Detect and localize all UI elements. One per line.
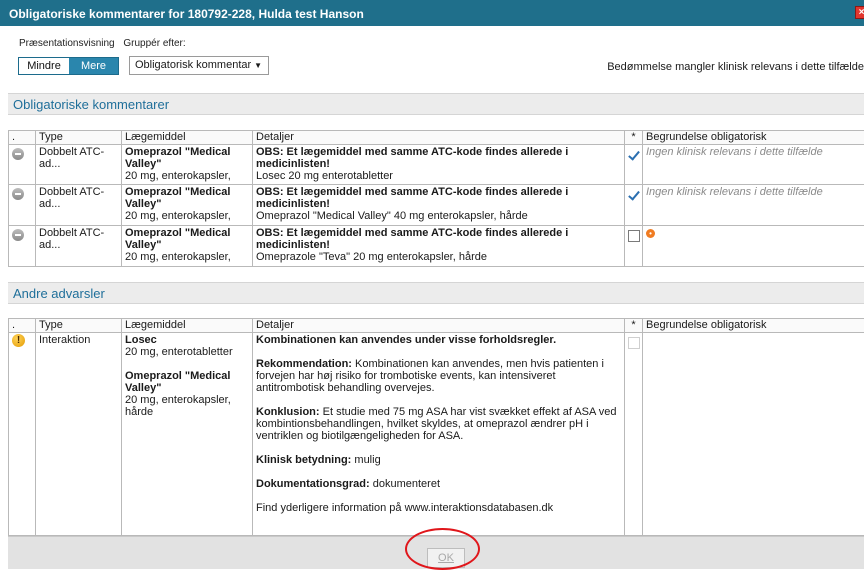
table-header-row: . Type Lægemiddel Detaljer * Begrundelse…	[9, 319, 864, 333]
warning-icon: !	[12, 334, 25, 347]
section-title-mandatory: Obligatoriske kommentarer	[13, 97, 169, 112]
detail-text: Omeprazol "Medical Valley" 40 mg enterok…	[256, 210, 621, 222]
documentation-text: dokumenteret	[370, 478, 440, 490]
clinical-label: Klinisk betydning:	[256, 454, 351, 466]
window-title: Obligatoriske kommentarer for 180792-228…	[9, 7, 364, 21]
interaction-headline: Kombinationen kan anvendes under visse f…	[256, 334, 621, 346]
detail-text: Omeprazole "Teva" 20 mg enterokapsler, h…	[256, 251, 621, 263]
row-drug: Omeprazol "Medical Valley" 20 mg, entero…	[122, 185, 253, 226]
required-icon: •	[646, 229, 655, 238]
assessment-note: Bedømmelse mangler klinisk relevans i de…	[607, 61, 864, 73]
row-type: Dobbelt ATC-ad...	[36, 145, 122, 185]
col-dot[interactable]: .	[9, 131, 36, 145]
more-button[interactable]: Mere	[69, 58, 118, 74]
drug-name: Omeprazol "Medical Valley"	[125, 227, 249, 251]
col-star[interactable]: *	[625, 319, 643, 333]
col-details[interactable]: Detaljer	[253, 131, 625, 145]
close-icon[interactable]: ×	[855, 6, 864, 19]
group-by-value: Obligatorisk kommentar	[135, 59, 251, 71]
table-header-row: . Type Lægemiddel Detaljer * Begrundelse…	[9, 131, 864, 145]
duplicate-atc-icon	[12, 188, 24, 200]
chevron-down-icon: ▼	[254, 57, 262, 74]
clinical-text: mulig	[351, 454, 380, 466]
drug-name: Losec	[125, 334, 249, 346]
row-details: OBS: Et lægemiddel med samme ATC-kode fi…	[253, 226, 625, 267]
section-title-other: Andre advarsler	[13, 286, 105, 301]
mandatory-checkbox[interactable]	[628, 230, 640, 242]
mandatory-table: . Type Lægemiddel Detaljer * Begrundelse…	[8, 130, 864, 267]
more-info-text: Find yderligere information på www.inter…	[256, 502, 621, 514]
row-type: Interaktion	[36, 333, 122, 536]
row-drug: Omeprazol "Medical Valley" 20 mg, entero…	[122, 226, 253, 267]
row-details: Kombinationen kan anvendes under visse f…	[253, 333, 625, 536]
recommendation-label: Rekommendation:	[256, 358, 352, 370]
detail-bold: OBS: Et lægemiddel med samme ATC-kode fi…	[256, 146, 621, 170]
drug-form: 20 mg, enterokapsler, hårde	[125, 394, 249, 418]
group-by-label: Gruppér efter:	[123, 38, 185, 49]
detail-text: Losec 20 mg enterotabletter	[256, 170, 621, 182]
reason-cell	[643, 333, 864, 536]
col-type[interactable]: Type	[36, 319, 122, 333]
other-table: . Type Lægemiddel Detaljer * Begrundelse…	[8, 318, 864, 536]
row-details: OBS: Et lægemiddel med samme ATC-kode fi…	[253, 145, 625, 185]
drug-form: 20 mg, enterokapsler,	[125, 251, 249, 263]
table-row[interactable]: Dobbelt ATC-ad... Omeprazol "Medical Val…	[9, 226, 864, 267]
window-titlebar: Obligatoriske kommentarer for 180792-228…	[0, 0, 864, 26]
col-drug[interactable]: Lægemiddel	[122, 131, 253, 145]
drug-name: Omeprazol "Medical Valley"	[125, 370, 249, 394]
drug-form: 20 mg, enterokapsler,	[125, 170, 249, 182]
section-header-other: Andre advarsler	[8, 282, 864, 304]
row-type: Dobbelt ATC-ad...	[36, 185, 122, 226]
row-drug: Omeprazol "Medical Valley" 20 mg, entero…	[122, 145, 253, 185]
documentation-label: Dokumentationsgrad:	[256, 478, 370, 490]
col-reason[interactable]: Begrundelse obligatorisk	[643, 131, 864, 145]
mandatory-table-wrap: . Type Lægemiddel Detaljer * Begrundelse…	[8, 130, 864, 267]
table-row[interactable]: Dobbelt ATC-ad... Omeprazol "Medical Val…	[9, 145, 864, 185]
detail-bold: OBS: Et lægemiddel med samme ATC-kode fi…	[256, 186, 621, 210]
mandatory-checkbox[interactable]	[628, 189, 640, 201]
row-type: Dobbelt ATC-ad...	[36, 226, 122, 267]
drug-name: Omeprazol "Medical Valley"	[125, 146, 249, 170]
duplicate-atc-icon	[12, 229, 24, 241]
col-type[interactable]: Type	[36, 131, 122, 145]
duplicate-atc-icon	[12, 148, 24, 160]
mandatory-checkbox	[628, 337, 640, 349]
highlight-circle	[405, 528, 480, 570]
presentation-toggle: Mindre Mere	[18, 57, 119, 75]
reason-text[interactable]: Ingen klinisk relevans i dette tilfælde	[646, 186, 823, 198]
drug-name: Omeprazol "Medical Valley"	[125, 186, 249, 210]
group-by-select[interactable]: Obligatorisk kommentar ▼	[129, 56, 269, 75]
reason-text[interactable]: Ingen klinisk relevans i dette tilfælde	[646, 146, 823, 158]
col-reason[interactable]: Begrundelse obligatorisk	[643, 319, 864, 333]
less-button[interactable]: Mindre	[19, 58, 69, 74]
col-drug[interactable]: Lægemiddel	[122, 319, 253, 333]
row-drug: Losec 20 mg, enterotabletter Omeprazol "…	[122, 333, 253, 536]
col-dot[interactable]: .	[9, 319, 36, 333]
drug-form: 20 mg, enterotabletter	[125, 346, 249, 358]
conclusion-label: Konklusion:	[256, 406, 320, 418]
mandatory-checkbox[interactable]	[628, 149, 640, 161]
detail-bold: OBS: Et lægemiddel med samme ATC-kode fi…	[256, 227, 621, 251]
presentation-label: Præsentationsvisning	[19, 38, 115, 49]
table-row[interactable]: ! Interaktion Losec 20 mg, enterotablett…	[9, 333, 864, 536]
col-star[interactable]: *	[625, 131, 643, 145]
drug-form: 20 mg, enterokapsler,	[125, 210, 249, 222]
controls-labels: Præsentationsvisning Gruppér efter:	[19, 38, 192, 49]
section-header-mandatory: Obligatoriske kommentarer	[8, 93, 864, 115]
row-details: OBS: Et lægemiddel med samme ATC-kode fi…	[253, 185, 625, 226]
other-table-wrap: . Type Lægemiddel Detaljer * Begrundelse…	[8, 318, 864, 536]
table-row[interactable]: Dobbelt ATC-ad... Omeprazol "Medical Val…	[9, 185, 864, 226]
col-details[interactable]: Detaljer	[253, 319, 625, 333]
